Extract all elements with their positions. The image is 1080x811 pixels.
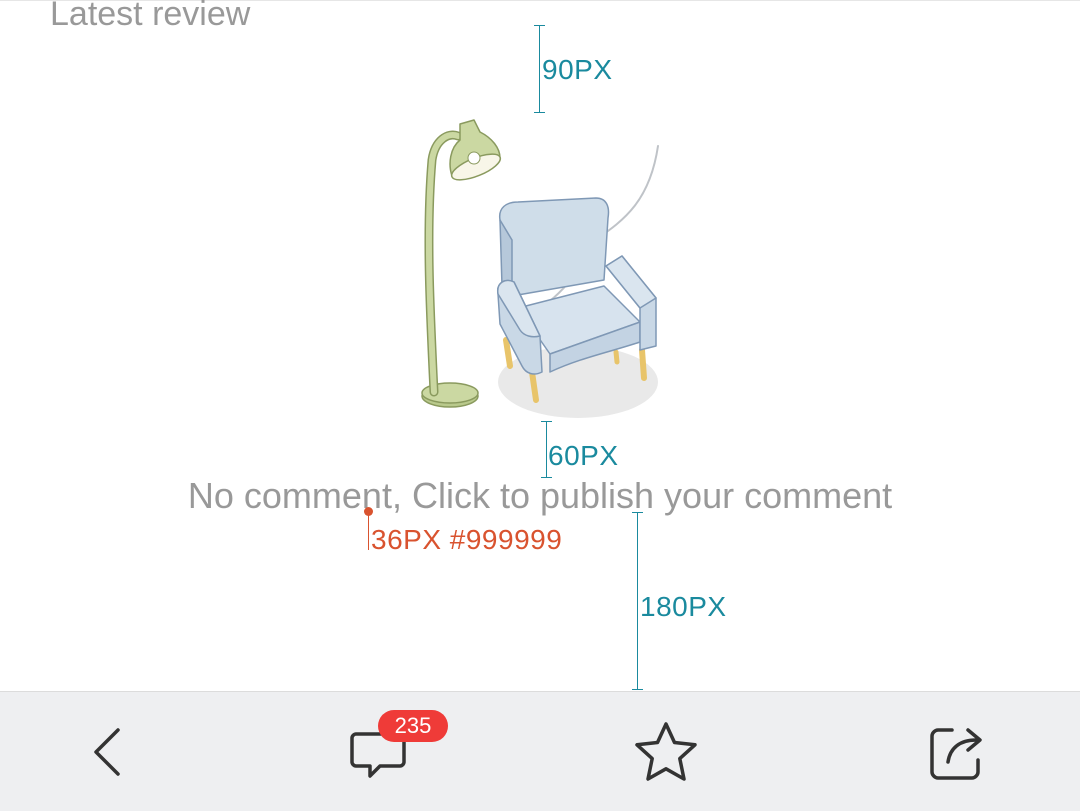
annotation-line-bottom-gap: [637, 512, 638, 690]
annotation-text-spec: 36PX #999999: [371, 524, 563, 555]
annotation-cap: [632, 689, 643, 690]
annotation-line-text-spec: [368, 512, 369, 550]
bottom-toolbar: 235: [0, 691, 1080, 811]
annotation-line-image-gap: [546, 421, 547, 478]
annotation-image-gap: 60PX: [548, 440, 619, 471]
annotation-bottom-gap: 180PX: [640, 591, 727, 622]
favorite-button[interactable]: [626, 716, 706, 788]
chevron-left-icon: [94, 728, 120, 776]
section-title: Latest review: [50, 0, 251, 33]
floor-lamp-icon: [421, 119, 502, 408]
share-button[interactable]: [916, 716, 996, 788]
share-arrow-icon: [930, 728, 982, 780]
star-outline-icon: [635, 722, 697, 781]
annotation-top-gap: 90PX: [542, 54, 613, 85]
empty-comment-message[interactable]: No comment, Click to publish your commen…: [0, 474, 1080, 518]
back-button[interactable]: [68, 716, 148, 788]
comment-count-badge: 235: [378, 710, 448, 742]
empty-state-illustration: [421, 119, 659, 418]
annotation-line-top-gap: [539, 25, 540, 113]
